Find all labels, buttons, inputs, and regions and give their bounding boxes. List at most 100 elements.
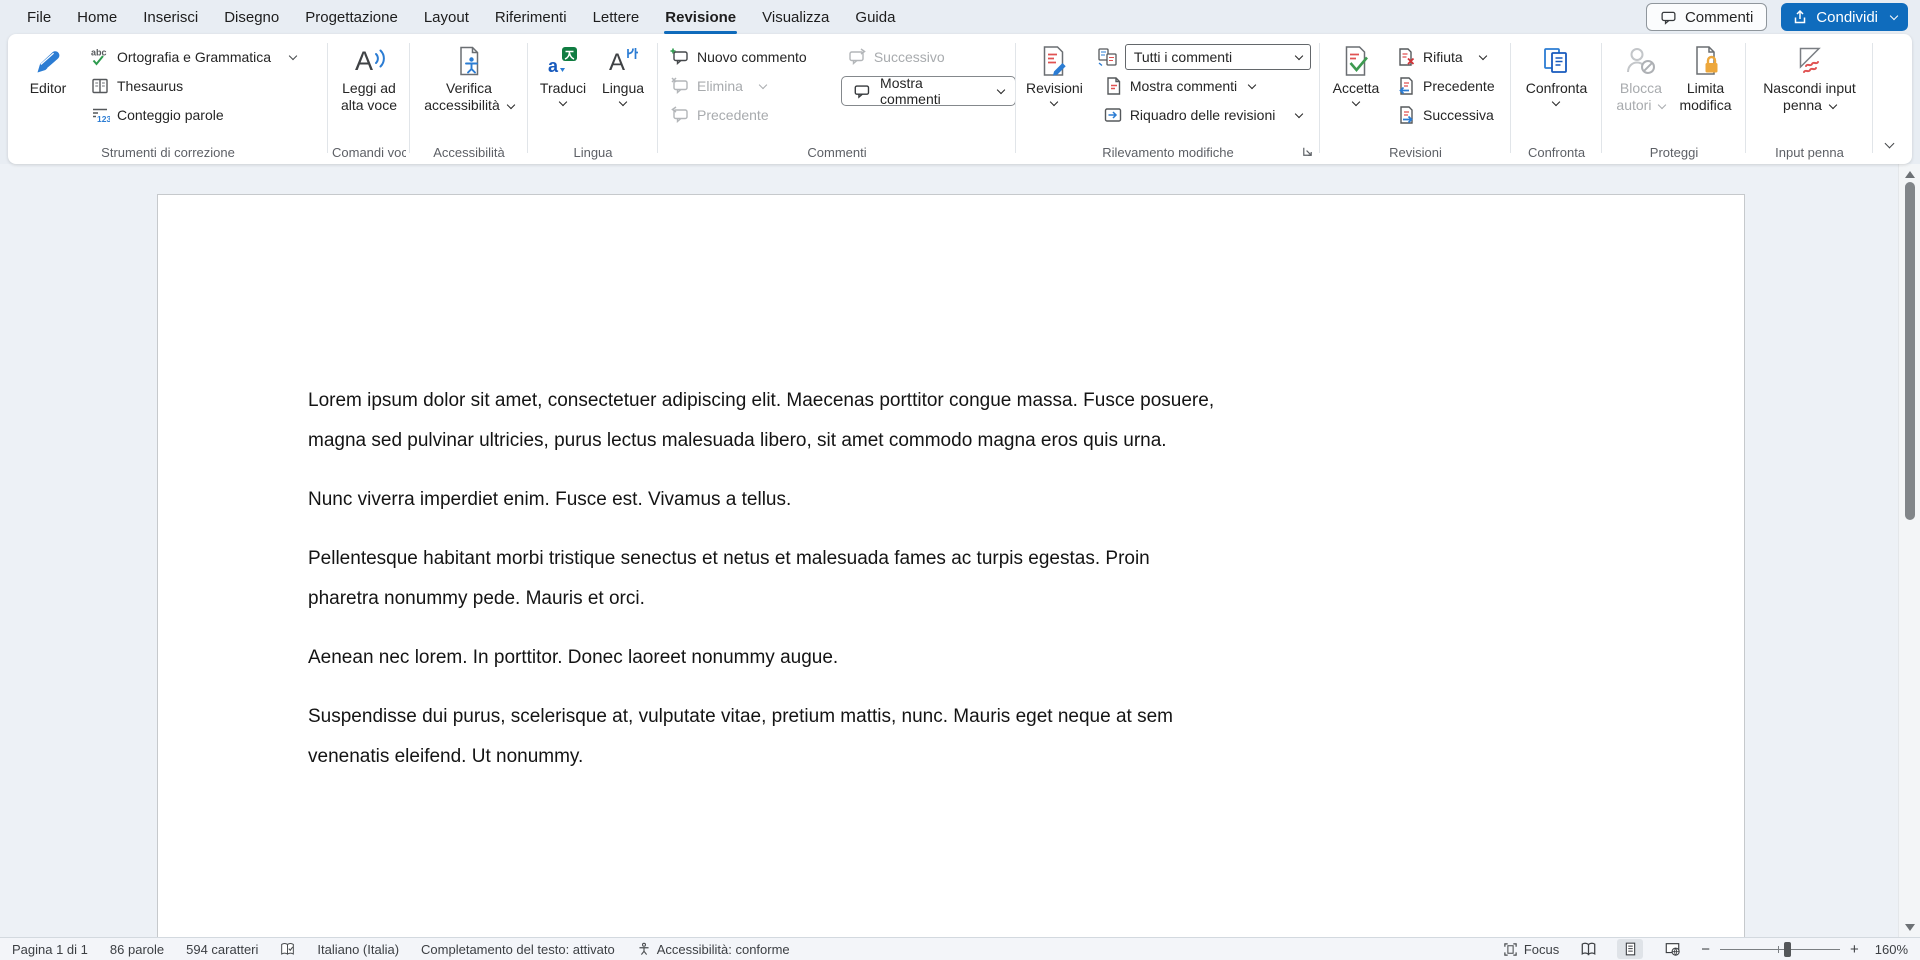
compare-icon: [1539, 42, 1573, 80]
track-changes-label: Revisioni: [1026, 80, 1083, 97]
reject-button[interactable]: Rifiuta: [1388, 42, 1503, 71]
focus-mode-button[interactable]: Focus: [1503, 942, 1559, 957]
tab-inserisci[interactable]: Inserisci: [130, 0, 211, 34]
new-comment-button[interactable]: Nuovo commento: [662, 42, 839, 71]
zoom-out-button[interactable]: −: [1701, 942, 1710, 957]
reject-label: Rifiuta: [1423, 49, 1463, 65]
delete-comment-label: Elimina: [697, 78, 743, 94]
tab-revisione[interactable]: Revisione: [652, 0, 749, 34]
chevron-down-icon: [1352, 98, 1360, 106]
tab-riferimenti[interactable]: Riferimenti: [482, 0, 580, 34]
accessibility-person-icon: [637, 942, 651, 957]
restrict-editing-button[interactable]: Limita modifica: [1675, 40, 1735, 116]
next-comment-label: Successivo: [874, 49, 945, 65]
page-indicator[interactable]: Pagina 1 di 1: [12, 942, 88, 957]
accessibility-status-label: Accessibilità: conforme: [657, 942, 790, 957]
accept-button[interactable]: Accetta: [1328, 40, 1384, 107]
web-layout-button[interactable]: [1659, 939, 1685, 959]
zoom-slider[interactable]: − +: [1701, 942, 1859, 957]
editor-button[interactable]: Editor: [20, 40, 76, 99]
vertical-scrollbar[interactable]: [1898, 164, 1920, 937]
delete-comment-button[interactable]: Elimina: [662, 71, 839, 100]
comments-button[interactable]: Commenti: [1646, 3, 1767, 31]
tab-visualizza[interactable]: Visualizza: [749, 0, 842, 34]
show-markup-button[interactable]: Mostra commenti: [1095, 71, 1313, 100]
language-label: Lingua: [602, 80, 644, 97]
chevron-down-icon: [997, 86, 1005, 94]
read-mode-button[interactable]: [1575, 939, 1601, 959]
tab-layout[interactable]: Layout: [411, 0, 482, 34]
tab-guida[interactable]: Guida: [842, 0, 908, 34]
zoom-in-button[interactable]: +: [1850, 942, 1859, 957]
compare-label: Confronta: [1526, 80, 1587, 97]
comment-icon: [1660, 9, 1677, 26]
compare-button[interactable]: Confronta: [1522, 40, 1591, 107]
hide-ink-label-1: Nascondi input: [1763, 80, 1856, 97]
group-label: Accessibilità: [414, 145, 524, 160]
paragraph[interactable]: Pellentesque habitant morbi tristique se…: [308, 539, 1624, 619]
block-authors-button[interactable]: Blocca autori: [1612, 40, 1669, 116]
display-for-review-combobox[interactable]: Tutti i commenti: [1125, 44, 1311, 70]
triangle-down-icon: [1905, 924, 1915, 931]
accessibility-status[interactable]: Accessibilità: conforme: [637, 942, 790, 957]
tab-file[interactable]: File: [14, 0, 64, 34]
proofing-status-button[interactable]: [280, 941, 295, 957]
next-comment-button[interactable]: Successivo: [839, 42, 1016, 71]
chevron-down-icon: [619, 98, 627, 106]
check-accessibility-button[interactable]: Verifica accessibilità: [420, 40, 517, 116]
comment-icon: [853, 82, 871, 101]
paragraph[interactable]: Nunc viverra imperdiet enim. Fusce est. …: [308, 480, 1624, 520]
read-aloud-button[interactable]: A Leggi ad alta voce: [337, 40, 401, 116]
share-button[interactable]: Condividi: [1781, 3, 1908, 31]
next-change-button[interactable]: Successiva: [1388, 100, 1503, 129]
char-count-status[interactable]: 594 caratteri: [186, 942, 258, 957]
chevron-down-icon: [1295, 109, 1303, 117]
paragraph[interactable]: Lorem ipsum dolor sit amet, consectetuer…: [308, 381, 1624, 461]
thesaurus-button[interactable]: Thesaurus: [82, 71, 304, 100]
word-count-status[interactable]: 86 parole: [110, 942, 164, 957]
tab-progettazione[interactable]: Progettazione: [292, 0, 411, 34]
track-changes-button[interactable]: Revisioni: [1022, 40, 1087, 107]
paragraph[interactable]: Aenean nec lorem. In porttitor. Donec la…: [308, 638, 1624, 678]
previous-comment-button[interactable]: Precedente: [662, 100, 839, 129]
zoom-slider-handle[interactable]: [1784, 942, 1791, 957]
group-label: Lingua: [532, 145, 654, 160]
language-button[interactable]: A Lingua: [595, 40, 651, 107]
scroll-up-button[interactable]: [1899, 166, 1920, 182]
zoom-slider-track[interactable]: [1720, 949, 1840, 950]
chevron-down-icon: [1829, 100, 1837, 108]
language-icon: A: [606, 42, 640, 80]
previous-change-button[interactable]: Precedente: [1388, 71, 1503, 100]
reviewing-pane-button[interactable]: Riquadro delle revisioni: [1095, 100, 1313, 129]
document-text[interactable]: Lorem ipsum dolor sit amet, consectetuer…: [158, 195, 1744, 777]
language-status[interactable]: Italiano (Italia): [317, 942, 399, 957]
tab-home[interactable]: Home: [64, 0, 130, 34]
block-authors-label-1: Blocca: [1620, 80, 1662, 97]
paragraph[interactable]: Suspendisse dui purus, scelerisque at, v…: [308, 697, 1624, 777]
text-completion-status[interactable]: Completamento del testo: attivato: [421, 942, 615, 957]
word-count-button[interactable]: 123 Conteggio parole: [82, 100, 304, 129]
hide-ink-button[interactable]: Nascondi input penna: [1759, 40, 1860, 116]
check-accessibility-label-2: accessibilità: [424, 97, 499, 114]
group-accessibilita: Verifica accessibilità Accessibilità: [410, 34, 528, 164]
show-comments-toggle[interactable]: Mostra commenti: [841, 76, 1016, 106]
scroll-down-button[interactable]: [1899, 919, 1920, 935]
block-authors-label-2: autori: [1616, 97, 1651, 114]
restrict-editing-label-1: Limita: [1687, 80, 1724, 97]
zoom-level[interactable]: 160%: [1875, 942, 1908, 957]
spelling-grammar-button[interactable]: abc Ortografia e Grammatica: [82, 42, 304, 71]
accept-label: Accetta: [1333, 80, 1380, 97]
tab-lettere[interactable]: Lettere: [580, 0, 653, 34]
zoom-slider-center-tick: [1778, 946, 1779, 953]
print-layout-button[interactable]: [1617, 939, 1643, 959]
check-accessibility-label-1: Verifica: [446, 80, 492, 97]
previous-change-icon: [1396, 76, 1416, 96]
translate-button[interactable]: a Traduci: [535, 40, 591, 107]
scrollbar-thumb[interactable]: [1905, 182, 1915, 520]
tab-disegno[interactable]: Disegno: [211, 0, 292, 34]
new-comment-label: Nuovo commento: [697, 49, 807, 65]
document-page[interactable]: Lorem ipsum dolor sit amet, consectetuer…: [157, 194, 1745, 937]
chevron-down-icon: [1890, 12, 1898, 20]
group-label: Revisioni: [1324, 145, 1507, 160]
collapse-ribbon-button[interactable]: [1878, 134, 1900, 156]
